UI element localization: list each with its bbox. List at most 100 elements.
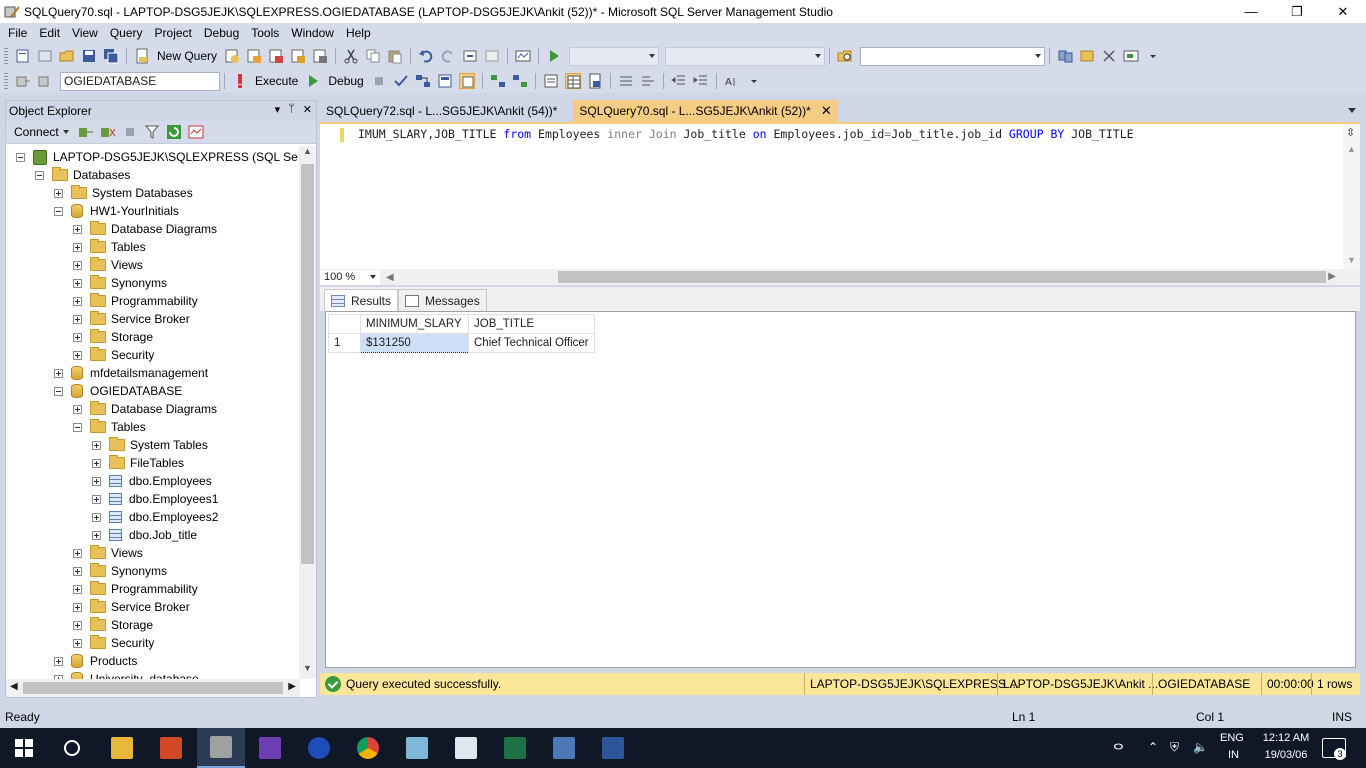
results-to-text-icon[interactable] — [543, 73, 559, 89]
tab-messages[interactable]: Messages — [398, 289, 487, 311]
expand-icon[interactable] — [73, 602, 82, 612]
specify-template-values-icon[interactable]: A — [724, 73, 740, 89]
tab-results[interactable]: Results — [324, 289, 399, 311]
menu-tools[interactable]: Tools — [245, 26, 285, 40]
navigate-forward-icon[interactable] — [484, 48, 500, 64]
properties-icon[interactable] — [1101, 48, 1117, 64]
close-button[interactable]: ✕ — [1320, 0, 1366, 23]
new-project-icon[interactable] — [15, 48, 31, 64]
scroll-up-icon[interactable]: ▲ — [1347, 144, 1356, 154]
scroll-up-icon[interactable]: ▲ — [299, 146, 316, 162]
tree-node[interactable]: System Tables — [92, 436, 208, 454]
undo-icon[interactable] — [418, 48, 434, 64]
parse-icon[interactable] — [393, 73, 409, 89]
menu-file[interactable]: File — [2, 26, 33, 40]
collapse-icon[interactable] — [73, 422, 82, 432]
scroll-down-icon[interactable]: ▼ — [1347, 255, 1356, 265]
editor-horizontal-scroll-thumb[interactable] — [558, 271, 1326, 283]
expand-icon[interactable] — [73, 620, 82, 630]
tree-node[interactable]: Service Broker — [73, 598, 190, 616]
available-databases-combo[interactable]: OGIEDATABASE — [60, 71, 220, 91]
scroll-down-icon[interactable]: ▼ — [299, 663, 316, 679]
volume-icon[interactable]: 🔈 — [1193, 740, 1208, 754]
panel-menu-icon[interactable]: ▾ — [275, 103, 281, 116]
menu-debug[interactable]: Debug — [198, 26, 245, 40]
minimize-button[interactable]: — — [1228, 0, 1274, 23]
expand-icon[interactable] — [92, 440, 101, 450]
results-to-file-icon[interactable] — [587, 73, 603, 89]
connect-icon[interactable] — [15, 73, 31, 89]
tree-node[interactable]: HW1-YourInitials — [54, 202, 179, 220]
decrease-indent-icon[interactable] — [670, 73, 687, 89]
live-query-stats-icon[interactable] — [512, 73, 528, 89]
expand-icon[interactable] — [73, 242, 82, 252]
tab-sqlquery70[interactable]: SQLQuery70.sql - L...SG5JEJK\Ankit (52))… — [573, 100, 838, 122]
expand-icon[interactable] — [92, 530, 101, 540]
tree-node[interactable]: Database Diagrams — [73, 220, 217, 238]
tree-node[interactable]: Service Broker — [73, 310, 190, 328]
tab-sqlquery72[interactable]: SQLQuery72.sql - L...SG5JEJK\Ankit (54))… — [320, 100, 563, 122]
excel-icon[interactable] — [491, 728, 539, 768]
code-line[interactable]: IMUM_SLARY,JOB_TITLE from Employees inne… — [358, 127, 1134, 141]
tab-overflow-icon[interactable] — [1348, 108, 1356, 113]
tree-vertical-scrollbar[interactable]: ▲ ▼ — [299, 146, 316, 679]
scroll-thumb[interactable] — [23, 682, 283, 694]
expand-icon[interactable] — [73, 584, 82, 594]
expand-icon[interactable] — [54, 368, 63, 378]
execute-icon[interactable] — [232, 73, 248, 89]
intellisense-icon[interactable] — [458, 73, 475, 89]
expand-icon[interactable] — [92, 476, 101, 486]
mdx-query-icon[interactable] — [246, 48, 262, 64]
execute-button[interactable]: Execute — [255, 74, 298, 88]
stop-icon[interactable] — [122, 124, 138, 140]
panel-close-icon[interactable]: ✕ — [303, 103, 312, 116]
editor-vertical-scrollbar[interactable]: ⇳ ▲ ▼ — [1343, 124, 1360, 269]
people-icon[interactable]: ᄋ — [1112, 740, 1125, 760]
expand-icon[interactable] — [73, 260, 82, 270]
scroll-left-icon[interactable]: ◀ — [386, 272, 394, 283]
save-icon[interactable] — [81, 48, 97, 64]
include-actual-plan-icon[interactable] — [490, 73, 506, 89]
connect-object-explorer-icon[interactable] — [78, 124, 94, 140]
redo-icon[interactable] — [440, 48, 456, 64]
cut-icon[interactable] — [343, 48, 359, 64]
add-item-icon[interactable] — [37, 48, 53, 64]
row-header-corner[interactable] — [328, 314, 361, 334]
tree-node[interactable]: Storage — [73, 328, 153, 346]
tree-node[interactable]: Security — [73, 346, 154, 364]
collapse-icon[interactable] — [16, 152, 25, 162]
scroll-left-icon[interactable]: ◀ — [10, 681, 18, 692]
increase-indent-icon[interactable] — [693, 73, 709, 89]
chrome-icon[interactable] — [344, 728, 392, 768]
word-icon[interactable] — [589, 728, 637, 768]
document-icon[interactable] — [442, 728, 490, 768]
tree-node[interactable]: Views — [73, 256, 143, 274]
clock-time[interactable]: 12:12 AM — [1258, 732, 1314, 744]
tree-node[interactable]: Databases — [35, 166, 130, 184]
row-number[interactable]: 1 — [328, 333, 361, 353]
collapse-icon[interactable] — [54, 386, 63, 396]
visual-studio-icon[interactable] — [246, 728, 294, 768]
pin-icon[interactable]: ᛘ — [288, 103, 295, 116]
tree-node[interactable]: Tables — [73, 238, 146, 256]
expand-icon[interactable] — [54, 656, 63, 666]
connect-dropdown-icon[interactable] — [62, 130, 69, 134]
expand-icon[interactable] — [73, 566, 82, 576]
toolbar-grip[interactable] — [4, 48, 8, 64]
tree-node[interactable]: dbo.Employees1 — [92, 490, 218, 508]
object-explorer-icon[interactable] — [1079, 48, 1095, 64]
expand-icon[interactable] — [92, 494, 101, 504]
open-file-icon[interactable] — [59, 48, 75, 64]
expand-icon[interactable] — [92, 458, 101, 468]
dmx-query-icon[interactable] — [268, 48, 284, 64]
filter-icon[interactable] — [144, 124, 160, 140]
refresh-icon[interactable] — [166, 124, 182, 140]
xmla-query-icon[interactable] — [290, 48, 306, 64]
tree-node[interactable]: Programmability — [73, 292, 198, 310]
toolbar-grip[interactable] — [4, 73, 8, 89]
scroll-right-icon[interactable]: ▶ — [1328, 271, 1336, 282]
display-estimated-plan-icon[interactable] — [415, 73, 431, 89]
expand-icon[interactable] — [54, 188, 63, 198]
activity-monitor-icon[interactable] — [188, 124, 204, 140]
grid-cell[interactable]: $131250 — [360, 333, 469, 353]
